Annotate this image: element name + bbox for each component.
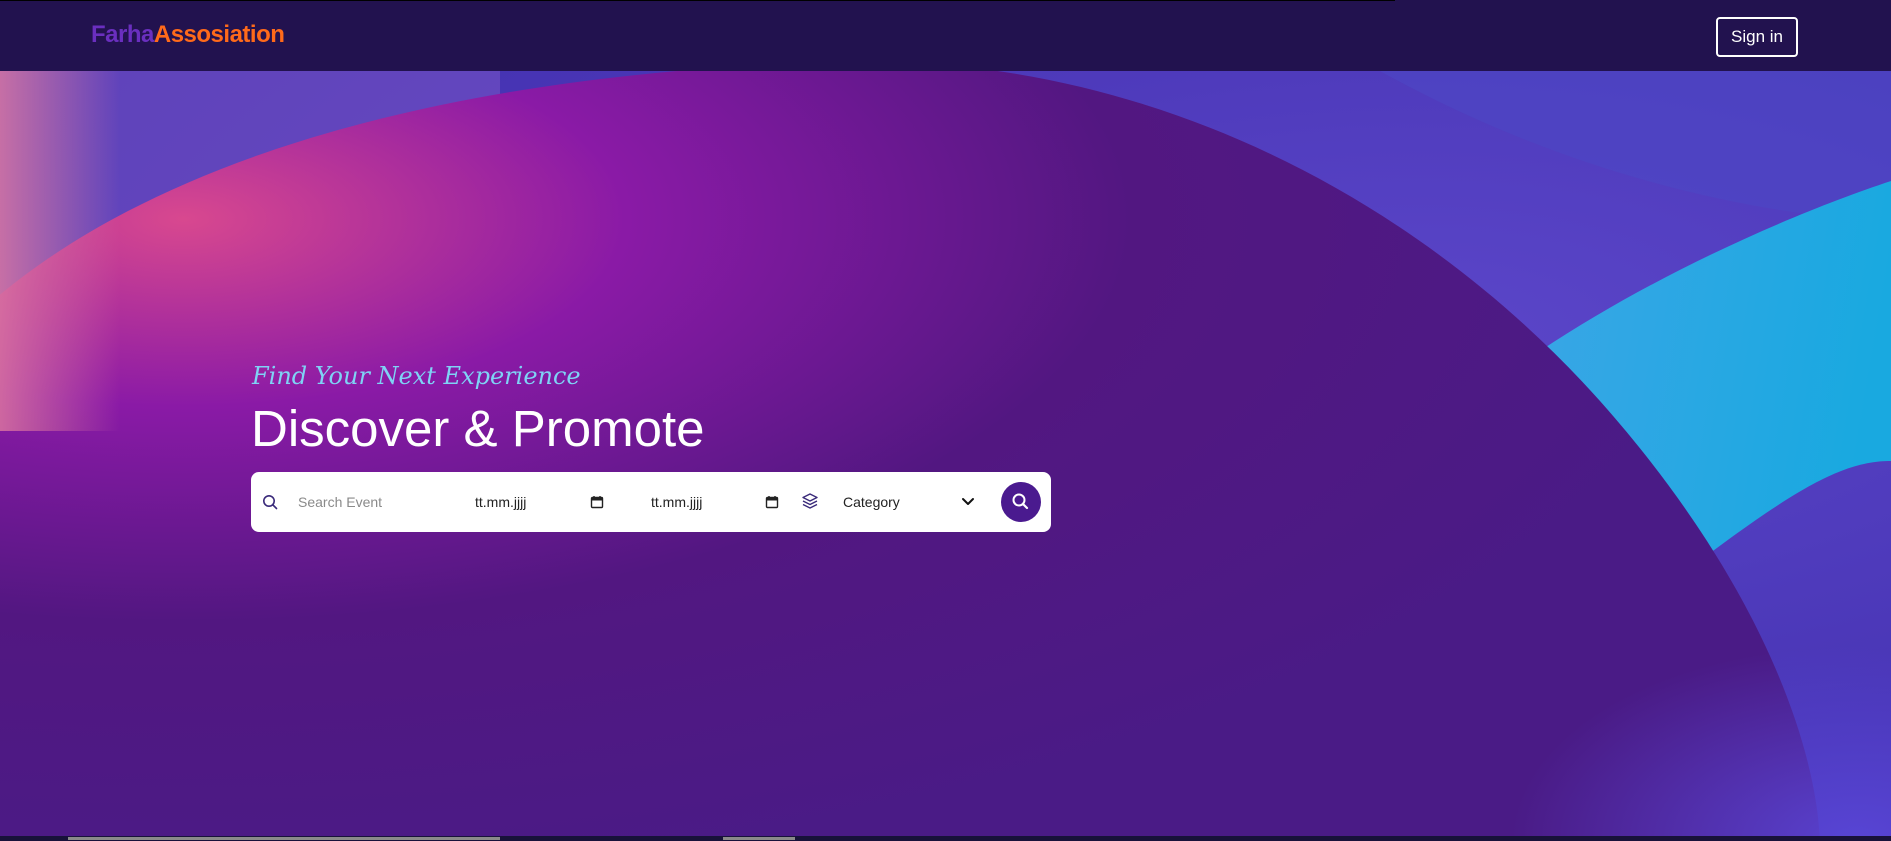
bg-bottom-right-glow: [1200, 451, 1891, 841]
logo-part-assosiation: Assosiation: [153, 21, 285, 48]
calendar-icon[interactable]: [765, 495, 779, 509]
end-date-field[interactable]: tt.mm.jjjj: [651, 494, 702, 510]
layers-icon: [802, 493, 818, 509]
magnifier-icon: [1012, 493, 1029, 510]
horizontal-scrollbar[interactable]: [0, 836, 1891, 841]
search-submit-button[interactable]: [1001, 482, 1041, 522]
hero-eyebrow: Find Your Next Experience: [252, 362, 581, 390]
headline-line-1: Discover & Promote: [251, 400, 705, 457]
event-search-bar: tt.mm.jjjj tt.mm.jjjj Category: [251, 472, 1051, 532]
start-date-field[interactable]: tt.mm.jjjj: [475, 494, 526, 510]
chevron-down-icon[interactable]: [961, 496, 975, 508]
search-event-input[interactable]: [298, 490, 458, 514]
calendar-icon[interactable]: [590, 495, 604, 509]
logo[interactable]: FarhaAssosiation: [91, 21, 285, 49]
search-icon: [263, 495, 278, 510]
top-border-line: [0, 0, 1395, 1]
bg-left-glow: [0, 71, 120, 431]
top-navbar: FarhaAssosiation Sign in: [0, 0, 1891, 71]
scrollbar-thumb[interactable]: [723, 837, 795, 840]
category-select[interactable]: Category: [843, 494, 900, 510]
hero-section: Find Your Next Experience Discover & Pro…: [0, 71, 1891, 841]
logo-part-farha: Farha: [91, 21, 154, 48]
sign-in-button[interactable]: Sign in: [1716, 17, 1798, 57]
scrollbar-thumb[interactable]: [68, 837, 500, 840]
